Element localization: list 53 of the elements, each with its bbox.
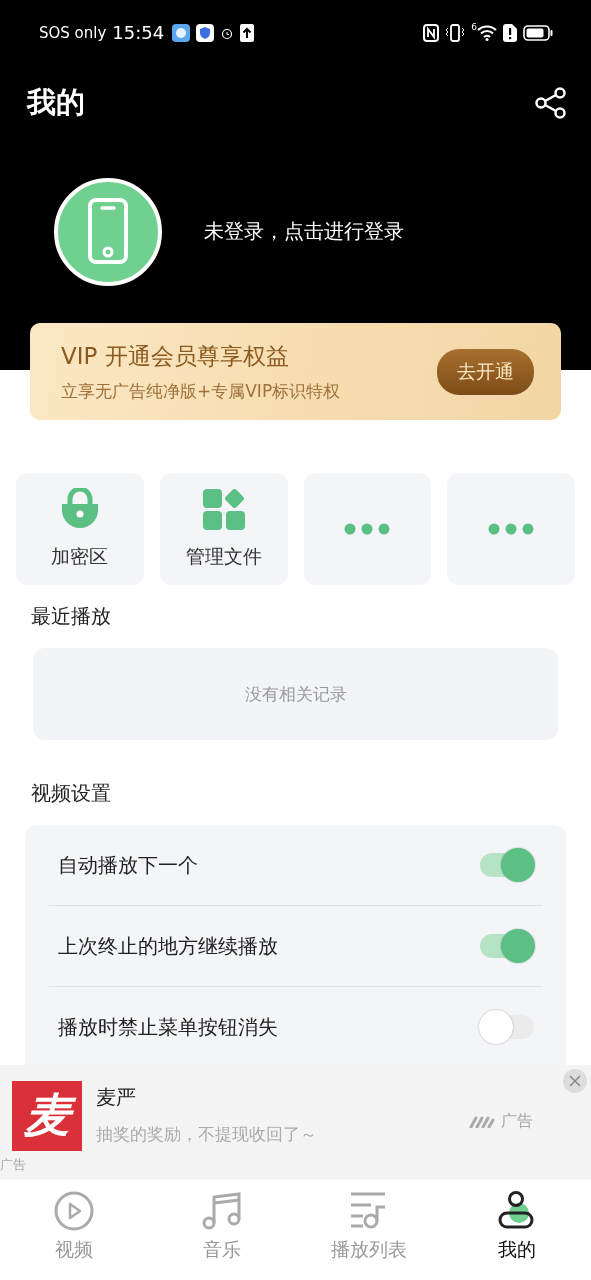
vibrate-icon: [445, 23, 466, 42]
weather-app-icon: [172, 23, 191, 42]
music-note-icon: [201, 1191, 242, 1231]
shortcut-tile[interactable]: [447, 473, 575, 585]
lock-icon: [60, 488, 99, 530]
nav-tab[interactable]: 我的: [443, 1191, 591, 1280]
nav-label: 我的: [498, 1237, 537, 1262]
nav-label: 播放列表: [331, 1237, 408, 1262]
sim-alert-icon: [503, 23, 517, 42]
nav-label: 音乐: [202, 1237, 241, 1262]
close-icon[interactable]: [563, 1069, 587, 1093]
play-circle-icon: [53, 1191, 94, 1231]
nfc-icon: [423, 23, 440, 42]
vip-banner[interactable]: VIP 开通会员尊享权益 立享无广告纯净版+专属VIP标识特权 去开通: [30, 323, 561, 420]
section-title: 视频设置: [30, 780, 112, 807]
shortcut-tile[interactable]: 管理文件: [159, 473, 288, 585]
upload-icon: [240, 23, 255, 42]
empty-text: 没有相关记录: [244, 682, 347, 706]
toggle-switch[interactable]: [478, 847, 536, 883]
section-title: 最近播放: [30, 603, 112, 630]
apps-grid-icon: [202, 488, 245, 530]
ad-logo: 麦: [12, 1080, 82, 1151]
toggle-switch[interactable]: [478, 1009, 536, 1045]
toggle-switch[interactable]: [478, 928, 536, 964]
shortcut-tile[interactable]: 加密区: [16, 473, 144, 585]
page-title: 我的: [27, 83, 85, 121]
vip-title: VIP 开通会员尊享权益: [61, 341, 290, 371]
ad-banner[interactable]: 麦 麦严 抽奖的奖励，不提现收回了～ 广告 广告: [0, 1065, 591, 1178]
carrier-text: SOS only: [39, 23, 107, 42]
battery-icon: [523, 24, 553, 41]
ad-corner-label: 广告: [0, 1156, 26, 1174]
share-icon[interactable]: [534, 85, 568, 120]
vip-subtitle: 立享无广告纯净版+专属VIP标识特权: [61, 379, 342, 403]
tile-label: 加密区: [51, 544, 109, 569]
setting-label: 自动播放下一个: [58, 851, 198, 879]
ad-tag: 广告: [501, 1111, 533, 1132]
clock-time: 15:54: [112, 22, 165, 43]
signal-label: 6: [471, 22, 477, 32]
more-dots-icon: [344, 523, 391, 535]
more-dots-icon: [488, 523, 535, 535]
shield-icon: [196, 23, 215, 42]
login-prompt[interactable]: 未登录，点击进行登录: [204, 218, 404, 245]
nav-label: 视频: [54, 1237, 93, 1262]
setting-label: 播放时禁止菜单按钮消失: [58, 1013, 278, 1041]
ad-title: 麦严: [96, 1083, 137, 1111]
avatar-phone-icon[interactable]: [54, 177, 162, 286]
wifi-icon: [477, 24, 497, 41]
setting-label: 上次终止的地方继续播放: [58, 932, 278, 960]
tile-label: 管理文件: [185, 544, 262, 569]
ad-description: 抽奖的奖励，不提现收回了～: [96, 1122, 318, 1146]
activate-button[interactable]: 去开通: [437, 348, 534, 395]
ad-network-icon: [469, 1115, 495, 1128]
shortcut-tile[interactable]: [303, 473, 432, 585]
